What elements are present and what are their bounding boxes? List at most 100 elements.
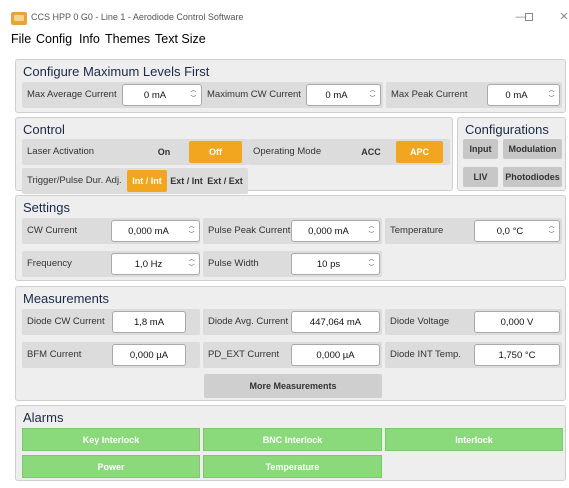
diode-avg-current-value: 447,064 mA <box>291 311 380 333</box>
pulse-width-value: 10 ps <box>316 258 341 270</box>
control-title: Control <box>23 122 65 137</box>
spin-arrows-icon[interactable]: ︿ ﹀ <box>187 223 196 239</box>
title-bar: CCS HPP 0 G0 - Line 1 - Aerodiode Contro… <box>0 0 569 30</box>
diode-avg-current-label: Diode Avg. Current <box>208 316 289 327</box>
menu-text-size[interactable]: Text Size <box>155 32 206 46</box>
spin-arrows-icon[interactable]: ︿ ﹀ <box>547 87 556 103</box>
trigger-pulse-cell: Trigger/Pulse Dur. Adj. Int / Int Ext / … <box>22 168 248 194</box>
maximize-square-shape <box>525 13 533 21</box>
diode-voltage-value: 0,000 V <box>474 311 560 333</box>
menu-config[interactable]: Config <box>36 32 72 46</box>
max-cw-current-label: Maximum CW Current <box>207 89 301 100</box>
window-title: CCS HPP 0 G0 - Line 1 - Aerodiode Contro… <box>31 12 244 22</box>
max-cw-current-value: 0 mA <box>325 89 348 101</box>
max-levels-title: Configure Maximum Levels First <box>23 64 210 79</box>
spin-arrows-icon[interactable]: ︿ ﹀ <box>187 256 196 272</box>
pulse-peak-current-label: Pulse Peak Current <box>208 225 291 236</box>
diode-cw-current-label: Diode CW Current <box>27 316 105 327</box>
operating-mode-cell: Operating Mode ACC APC <box>248 139 450 165</box>
laser-on-button[interactable]: On <box>138 141 190 163</box>
alarms-panel: Alarms Key Interlock BNC Interlock Inter… <box>15 405 566 481</box>
menu-file[interactable]: File <box>11 32 31 46</box>
pulse-peak-current-value: 0,000 mA <box>308 225 349 237</box>
max-cw-current-input[interactable]: 0 mA ︿ ﹀ <box>306 84 381 106</box>
menu-themes[interactable]: Themes <box>105 32 150 46</box>
diode-int-temp-value: 1,750 °C <box>474 344 560 366</box>
diode-int-temp-label: Diode INT Temp. <box>390 349 461 360</box>
laser-activation-cell: Laser Activation On Off <box>22 139 248 165</box>
max-peak-current-value: 0 mA <box>505 89 528 101</box>
cw-current-input[interactable]: 0,000 mA ︿ ﹀ <box>111 220 200 242</box>
max-avg-current-input[interactable]: 0 mA ︿ ﹀ <box>122 84 202 106</box>
alarms-title: Alarms <box>23 410 64 425</box>
trigger-ext-int-button[interactable]: Ext / Int <box>167 170 206 192</box>
temperature-value: 0,0 °C <box>496 225 524 237</box>
diode-avg-current-cell: Diode Avg. Current 447,064 mA <box>203 309 382 335</box>
pulse-width-label: Pulse Width <box>208 258 259 269</box>
frequency-value: 1,0 Hz <box>134 258 163 270</box>
trigger-ext-ext-button[interactable]: Ext / Ext <box>206 170 244 192</box>
spin-arrows-icon[interactable]: ︿ ﹀ <box>547 223 556 239</box>
key-interlock-alarm: Key Interlock <box>22 428 200 451</box>
max-avg-current-label: Max Average Current <box>27 89 117 100</box>
diode-cw-current-value: 1,8 mA <box>112 311 186 333</box>
trigger-int-int-button[interactable]: Int / Int <box>127 170 167 192</box>
temperature-cell: Temperature 0,0 °C ︿ ﹀ <box>385 218 562 244</box>
diode-cw-current-cell: Diode CW Current 1,8 mA <box>22 309 200 335</box>
max-cw-current-cell: Maximum CW Current 0 mA ︿ ﹀ <box>202 82 383 108</box>
laser-off-button[interactable]: Off <box>189 141 242 163</box>
modulation-button[interactable]: Modulation <box>503 139 562 159</box>
max-peak-current-input[interactable]: 0 mA ︿ ﹀ <box>487 84 560 106</box>
temperature-alarm: Temperature <box>203 455 382 478</box>
spin-arrows-icon[interactable]: ︿ ﹀ <box>368 87 377 103</box>
laser-activation-label: Laser Activation <box>27 146 95 157</box>
max-levels-panel: Configure Maximum Levels First Max Avera… <box>15 59 566 113</box>
interlock-alarm: Interlock <box>385 428 563 451</box>
cw-current-value: 0,000 mA <box>128 225 169 237</box>
spin-arrows-icon[interactable]: ︿ ﹀ <box>189 87 198 103</box>
diode-int-temp-cell: Diode INT Temp. 1,750 °C <box>385 342 562 368</box>
temperature-label: Temperature <box>390 225 444 236</box>
liv-button[interactable]: LIV <box>463 167 498 187</box>
max-avg-current-value: 0 mA <box>143 89 167 101</box>
input-button[interactable]: Input <box>463 139 498 159</box>
configurations-title: Configurations <box>465 122 549 137</box>
more-measurements-button[interactable]: More Measurements <box>204 374 382 398</box>
operating-mode-label: Operating Mode <box>253 146 322 157</box>
bfm-current-value: 0,000 µA <box>112 344 186 366</box>
frequency-cell: Frequency 1,0 Hz ︿ ﹀ <box>22 251 200 277</box>
menu-info[interactable]: Info <box>79 32 100 46</box>
close-icon[interactable]: ✕ <box>553 9 569 25</box>
settings-title: Settings <box>23 200 70 215</box>
pd-ext-current-value: 0,000 µA <box>291 344 380 366</box>
pd-ext-current-cell: PD_EXT Current 0,000 µA <box>203 342 382 368</box>
max-avg-current-cell: Max Average Current 0 mA ︿ ﹀ <box>22 82 212 108</box>
bnc-interlock-alarm: BNC Interlock <box>203 428 382 451</box>
temperature-input[interactable]: 0,0 °C ︿ ﹀ <box>474 220 560 242</box>
spin-arrows-icon[interactable]: ︿ ﹀ <box>367 223 376 239</box>
power-alarm: Power <box>22 455 200 478</box>
frequency-input[interactable]: 1,0 Hz ︿ ﹀ <box>111 253 200 275</box>
settings-panel: Settings CW Current 0,000 mA ︿ ﹀ Pulse Pe… <box>15 195 566 281</box>
mode-acc-button[interactable]: ACC <box>346 141 396 163</box>
trigger-pulse-label: Trigger/Pulse Dur. Adj. <box>27 175 122 186</box>
mode-apc-button[interactable]: APC <box>396 141 443 163</box>
cw-current-cell: CW Current 0,000 mA ︿ ﹀ <box>22 218 200 244</box>
measurements-panel: Measurements Diode CW Current 1,8 mA Dio… <box>15 286 566 401</box>
maximize-icon[interactable] <box>518 9 540 25</box>
spin-arrows-icon[interactable]: ︿ ﹀ <box>367 256 376 272</box>
diode-voltage-cell: Diode Voltage 0,000 V <box>385 309 562 335</box>
pulse-peak-current-input[interactable]: 0,000 mA ︿ ﹀ <box>291 220 380 242</box>
pulse-width-input[interactable]: 10 ps ︿ ﹀ <box>291 253 380 275</box>
measurements-title: Measurements <box>23 291 109 306</box>
menu-bar: File Config Info Themes Text Size <box>0 30 569 50</box>
pulse-peak-current-cell: Pulse Peak Current 0,000 mA ︿ ﹀ <box>203 218 382 244</box>
max-peak-current-cell: Max Peak Current 0 mA ︿ ﹀ <box>386 82 562 108</box>
control-panel: Control Laser Activation On Off Operatin… <box>15 117 453 194</box>
pulse-width-cell: Pulse Width 10 ps ︿ ﹀ <box>203 251 382 277</box>
max-peak-current-label: Max Peak Current <box>391 89 468 100</box>
photodiodes-button[interactable]: Photodiodes <box>503 167 562 187</box>
cw-current-label: CW Current <box>27 225 78 236</box>
pd-ext-current-label: PD_EXT Current <box>208 349 280 360</box>
configurations-panel: Configurations Input Modulation LIV Phot… <box>457 117 566 191</box>
